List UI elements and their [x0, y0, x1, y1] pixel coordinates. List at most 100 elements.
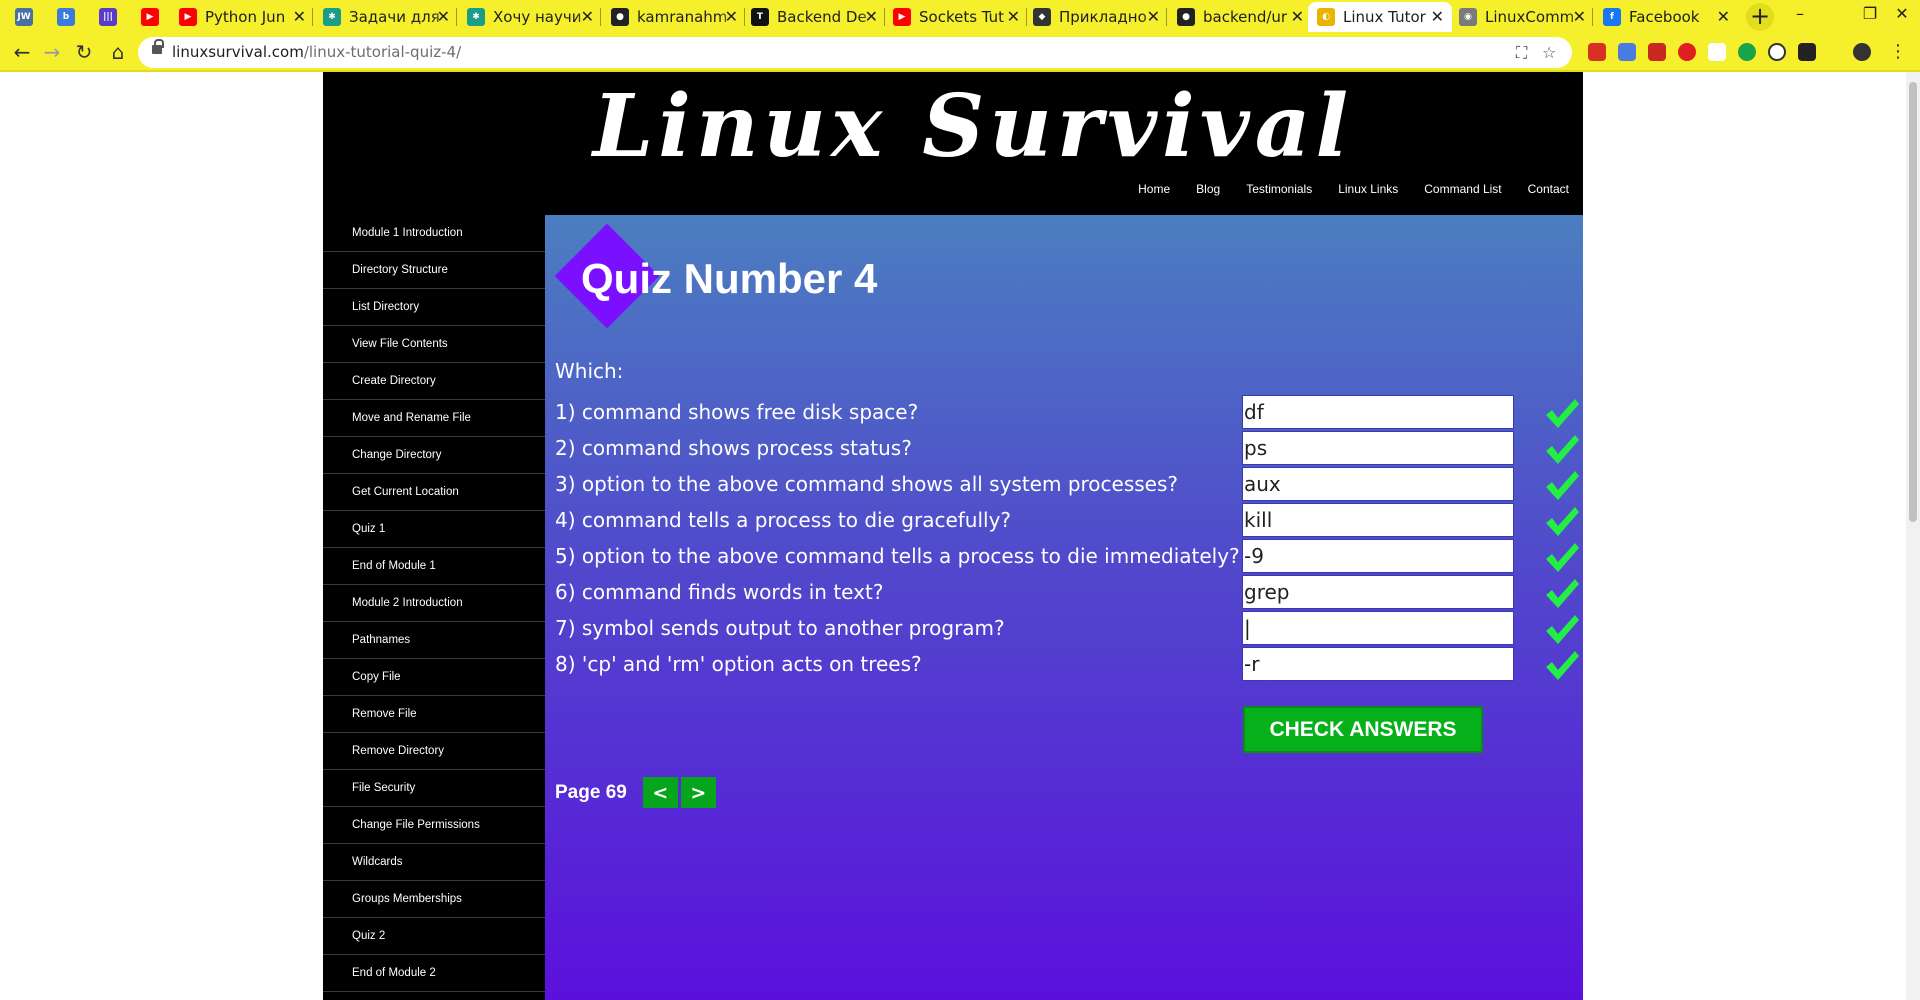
extension-icon[interactable]: [1708, 43, 1726, 61]
sidebar-item[interactable]: End of Module 2: [323, 955, 545, 992]
browser-tab[interactable]: ▶ Python Jun ✕: [170, 2, 314, 32]
answer-input[interactable]: -r: [1242, 647, 1514, 681]
tab-favicon-icon: ▶: [893, 8, 911, 26]
grammarly-extension-icon[interactable]: [1738, 43, 1756, 61]
answer-input[interactable]: df: [1242, 395, 1514, 429]
tab-close-icon[interactable]: ✕: [1717, 7, 1730, 26]
browser-tab[interactable]: ● backend/ur ✕: [1168, 2, 1312, 32]
restore-icon[interactable]: ❐: [1860, 4, 1880, 23]
translate-extension-icon[interactable]: [1618, 43, 1636, 61]
correct-check-icon: [1546, 471, 1579, 500]
browser-tab[interactable]: ▶: [132, 2, 168, 32]
tab-favicon-icon: ●: [611, 8, 629, 26]
sidebar-item[interactable]: Quiz 2: [323, 918, 545, 955]
tab-close-icon[interactable]: ✕: [865, 7, 878, 26]
close-window-icon[interactable]: ✕: [1892, 4, 1912, 23]
browser-tab[interactable]: f Facebook ✕: [1594, 2, 1738, 32]
sidebar-item[interactable]: Directory Structure: [323, 252, 545, 289]
next-page-button[interactable]: >: [680, 777, 716, 808]
question-text: 6) command finds words in text?: [555, 580, 884, 604]
nav-link-command-list[interactable]: Command List: [1424, 182, 1501, 196]
tab-favicon-icon: ▶: [179, 8, 197, 26]
browser-tab[interactable]: ▶ Sockets Tut ✕: [884, 2, 1028, 32]
sidebar-item[interactable]: File Security: [323, 770, 545, 807]
tab-close-icon[interactable]: ✕: [1007, 7, 1020, 26]
sidebar-item[interactable]: Quiz 1: [323, 511, 545, 548]
sidebar-item[interactable]: Remove Directory: [323, 733, 545, 770]
sidebar-item[interactable]: Create Directory: [323, 363, 545, 400]
tab-close-icon[interactable]: ✕: [1431, 7, 1444, 26]
translate-icon[interactable]: ⛶: [1516, 43, 1527, 63]
answer-input[interactable]: kill: [1242, 503, 1514, 537]
tab-favicon-icon: b: [57, 8, 75, 26]
extension-icon[interactable]: [1798, 43, 1816, 61]
sidebar-item[interactable]: Wildcards: [323, 844, 545, 881]
answer-input[interactable]: grep: [1242, 575, 1514, 609]
home-icon[interactable]: ⌂: [106, 40, 130, 64]
question-text: 4) command tells a process to die gracef…: [555, 508, 1012, 532]
sidebar-item[interactable]: Copy File: [323, 659, 545, 696]
sidebar-item[interactable]: Module 2 Introduction: [323, 585, 545, 622]
sidebar-item[interactable]: List Directory: [323, 289, 545, 326]
prev-page-button[interactable]: <: [642, 777, 678, 808]
gmail-extension-icon[interactable]: [1588, 43, 1606, 61]
sidebar-item[interactable]: Pathnames: [323, 622, 545, 659]
question-row: 8) 'cp' and 'rm' option acts on trees? -r: [555, 647, 1579, 683]
answer-input[interactable]: aux: [1242, 467, 1514, 501]
site-logo[interactable]: Linux Survival: [323, 76, 1583, 177]
adblock-extension-icon[interactable]: [1678, 43, 1696, 61]
answer-input[interactable]: ps: [1242, 431, 1514, 465]
url-text[interactable]: linuxsurvival.com/linux-tutorial-quiz-4/: [172, 43, 461, 61]
scrollbar[interactable]: [1906, 72, 1920, 1000]
browser-menu-icon[interactable]: ⋮: [1886, 40, 1910, 64]
bookmark-star-icon[interactable]: ☆: [1542, 43, 1556, 62]
nav-link-linux-links[interactable]: Linux Links: [1338, 182, 1398, 196]
page-title: Quiz Number 4: [581, 255, 878, 302]
minimize-icon[interactable]: –: [1790, 4, 1810, 23]
extension-icon[interactable]: [1648, 43, 1666, 61]
browser-tab[interactable]: T Backend De ✕: [742, 2, 886, 32]
nav-link-testimonials[interactable]: Testimonials: [1246, 182, 1312, 196]
tab-close-icon[interactable]: ✕: [725, 7, 738, 26]
tab-separator: [312, 8, 313, 26]
tab-close-icon[interactable]: ✕: [293, 7, 306, 26]
answer-input[interactable]: -9: [1242, 539, 1514, 573]
profile-avatar-icon[interactable]: [1853, 43, 1871, 61]
tab-close-icon[interactable]: ✕: [437, 7, 450, 26]
browser-tab[interactable]: ● kamranahm ✕: [602, 2, 746, 32]
sidebar-item[interactable]: Move and Rename File: [323, 400, 545, 437]
browser-tab[interactable]: ◆ Прикладно ✕: [1024, 2, 1168, 32]
sidebar-item[interactable]: View File Contents: [323, 326, 545, 363]
browser-tab[interactable]: ✱ Хочу научи ✕: [458, 2, 602, 32]
sidebar-item[interactable]: Get Current Location: [323, 474, 545, 511]
browser-tab[interactable]: b: [48, 2, 84, 32]
tab-close-icon[interactable]: ✕: [1573, 7, 1586, 26]
browser-tab[interactable]: ◐ Linux Tutor ✕: [1308, 2, 1452, 32]
forward-icon[interactable]: →: [40, 40, 64, 64]
sidebar-item[interactable]: Remove File: [323, 696, 545, 733]
browser-tab[interactable]: JW: [6, 2, 42, 32]
sidebar-item[interactable]: Change File Permissions: [323, 807, 545, 844]
nav-link-blog[interactable]: Blog: [1196, 182, 1220, 196]
scrollbar-thumb[interactable]: [1909, 82, 1917, 522]
address-bar[interactable]: linuxsurvival.com/linux-tutorial-quiz-4/…: [138, 37, 1572, 68]
nav-link-contact[interactable]: Contact: [1528, 182, 1569, 196]
tab-favicon-icon: T: [751, 8, 769, 26]
sidebar-item[interactable]: Groups Memberships: [323, 881, 545, 918]
sidebar-item[interactable]: Module 1 Introduction: [323, 215, 545, 252]
back-icon[interactable]: ←: [10, 40, 34, 64]
extension-icon[interactable]: [1768, 43, 1786, 61]
nav-link-home[interactable]: Home: [1138, 182, 1170, 196]
new-tab-button[interactable]: +: [1746, 3, 1774, 31]
sidebar-item[interactable]: End of Module 1: [323, 548, 545, 585]
tab-close-icon[interactable]: ✕: [1147, 7, 1160, 26]
tab-close-icon[interactable]: ✕: [581, 7, 594, 26]
answer-input[interactable]: |: [1242, 611, 1514, 645]
tab-close-icon[interactable]: ✕: [1291, 7, 1304, 26]
check-answers-button[interactable]: CHECK ANSWERS: [1243, 706, 1483, 753]
reload-icon[interactable]: ↻: [72, 40, 96, 64]
browser-tab[interactable]: ◉ LinuxComm ✕: [1450, 2, 1594, 32]
sidebar-item[interactable]: Change Directory: [323, 437, 545, 474]
browser-tab[interactable]: |||: [90, 2, 126, 32]
browser-tab[interactable]: ✱ Задачи для ✕: [314, 2, 458, 32]
